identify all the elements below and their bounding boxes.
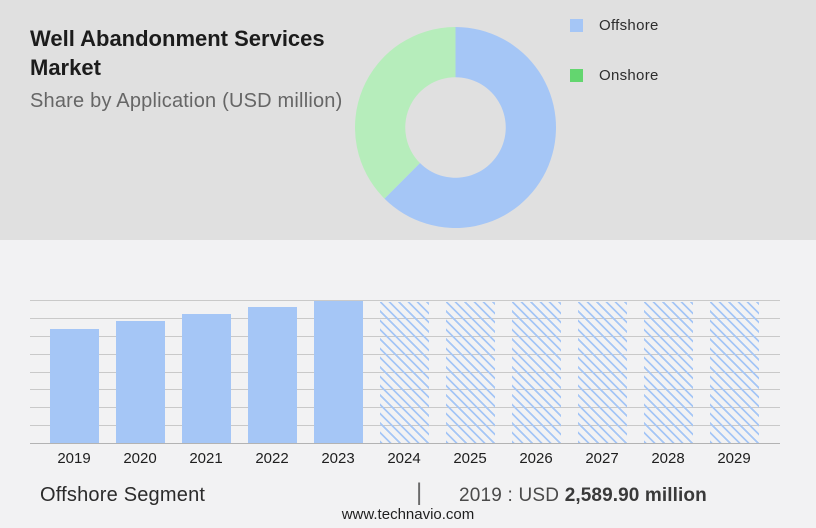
x-axis-line: [30, 443, 780, 444]
bar-2026: [511, 302, 561, 443]
legend-label-offshore: Offshore: [599, 16, 659, 34]
legend-item-offshore: Offshore: [570, 16, 659, 34]
donut-chart-svg: [355, 27, 556, 228]
year-label-2021: 2021: [189, 450, 223, 467]
legend-label-onshore: Onshore: [599, 66, 659, 84]
title-block: Well Abandonment Services Market Share by…: [30, 24, 360, 113]
year-label-2023: 2023: [321, 450, 355, 467]
bar-2028: [643, 302, 693, 443]
bar-2025: [445, 302, 495, 443]
year-label-2022: 2022: [255, 450, 289, 467]
bar-2027: [577, 302, 627, 443]
year-label-2028: 2028: [651, 450, 685, 467]
donut-segment-onshore: [355, 27, 456, 199]
year-label-2029: 2029: [717, 450, 751, 467]
page-title: Well Abandonment Services Market: [30, 24, 360, 82]
bar-2029: [709, 302, 759, 443]
segment-value: 2019 : USD 2,589.90 million: [459, 485, 707, 507]
page-title-line1: Well Abandonment Services: [30, 26, 325, 51]
year-label-2025: 2025: [453, 450, 487, 467]
header-section: Well Abandonment Services Market Share by…: [0, 0, 816, 240]
bar-2020: [115, 321, 165, 443]
bar-2023: [313, 301, 363, 443]
bar-2019: [49, 329, 99, 443]
segment-value-prefix: 2019 : USD: [459, 485, 560, 506]
legend-swatch-offshore-icon: [570, 18, 583, 32]
segment-caption: Offshore Segment: [40, 484, 206, 506]
segment-value-amount: 2,589.90 million: [564, 485, 707, 506]
year-label-2026: 2026: [519, 450, 553, 467]
bar-2024: [379, 302, 429, 443]
gridline: [30, 300, 780, 301]
year-label-2027: 2027: [585, 450, 619, 467]
legend-item-onshore: Onshore: [570, 66, 659, 84]
page-title-line2: Market: [30, 55, 101, 80]
year-label-2024: 2024: [387, 450, 421, 467]
donut-chart: [355, 27, 556, 228]
legend-swatch-onshore-icon: [570, 68, 583, 82]
page-subtitle: Share by Application (USD million): [30, 90, 343, 112]
website-url: www.technavio.com: [341, 506, 475, 523]
year-label-2020: 2020: [123, 450, 157, 467]
bar-2021: [181, 314, 231, 443]
bar-2022: [247, 307, 297, 443]
chart-legend: Offshore Onshore: [570, 17, 659, 117]
infographic-root: { "colors": { "top_bg": "#e0e0e0", "bott…: [0, 0, 816, 528]
bar-chart-section: 2019 2020 2021 2022 2023 2024 2025 2026 2027 2028…: [0, 240, 816, 528]
year-label-2019: 2019: [57, 450, 91, 467]
caption-separator: |: [416, 479, 423, 506]
